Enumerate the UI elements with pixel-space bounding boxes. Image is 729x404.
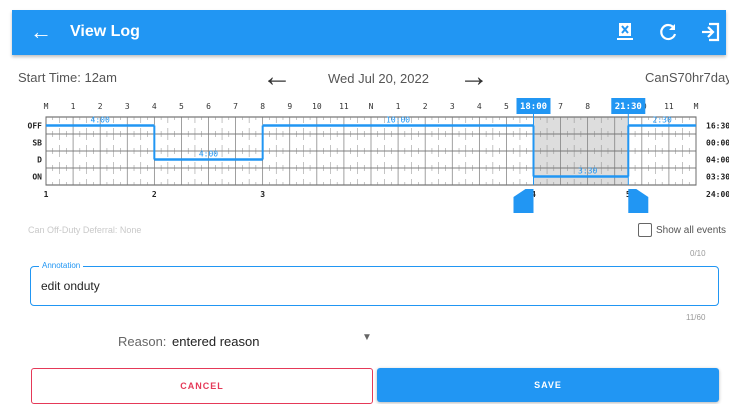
log-date: Wed Jul 20, 2022: [328, 71, 429, 86]
annotation-field[interactable]: Annotation edit onduty: [30, 261, 719, 306]
duration-label: 2:30: [653, 116, 672, 125]
total-label: 24:00: [706, 190, 729, 199]
hour-label: 4: [152, 102, 157, 111]
counter-top: 0/10: [690, 249, 706, 258]
cancel-button[interactable]: CANCEL: [31, 368, 373, 404]
hour-label: 7: [233, 102, 238, 111]
page-title: View Log: [70, 23, 140, 40]
row-label-off: OFF: [28, 122, 43, 131]
selection-start-badge-label: 18:00: [520, 102, 547, 112]
hour-label: 7: [558, 102, 563, 111]
hour-label: 11: [664, 102, 674, 111]
hour-label: 1: [396, 102, 401, 111]
hour-label: N: [369, 102, 374, 111]
event-marker: 1: [44, 190, 49, 199]
hour-label: 6: [206, 102, 211, 111]
total-label: 00:00: [706, 139, 729, 148]
event-marker: 2: [152, 190, 157, 199]
hour-label: 4: [477, 102, 482, 111]
reason-select[interactable]: entered reason: [172, 334, 259, 349]
cycle-label: CanS70hr7days: [645, 70, 729, 85]
hour-label: 11: [339, 102, 349, 111]
show-all-events-label: Show all events: [656, 225, 727, 236]
app-bar: ← View Log: [12, 10, 726, 55]
reason-label: Reason:: [118, 334, 167, 349]
hour-label: 2: [423, 102, 428, 111]
total-label: 04:00: [706, 156, 729, 165]
hour-label: 10: [312, 102, 322, 111]
save-button[interactable]: SAVE: [377, 368, 719, 402]
duration-label: 3:30: [578, 167, 597, 176]
hour-label: 9: [287, 102, 292, 111]
hour-label: 8: [585, 102, 590, 111]
row-label-on: ON: [32, 173, 42, 182]
hour-label: 5: [504, 102, 509, 111]
deferral-text: Can Off-Duty Deferral: None: [28, 225, 142, 235]
next-day-arrow-icon[interactable]: →: [459, 60, 489, 94]
end-drag-handle: [628, 189, 649, 213]
hour-label: 3: [125, 102, 130, 111]
stop-sign-icon[interactable]: [612, 19, 638, 45]
total-label: 03:30: [706, 173, 729, 182]
row-label-sb: SB: [32, 139, 42, 148]
selection-end-badge-label: 21:30: [615, 102, 642, 112]
hour-label: 8: [260, 102, 265, 111]
annotation-value[interactable]: edit onduty: [41, 279, 100, 293]
total-label: 16:30: [706, 122, 729, 131]
hour-label: M: [44, 102, 49, 111]
show-all-events-checkbox[interactable]: [638, 223, 652, 237]
hour-label: 5: [179, 102, 184, 111]
row-label-d: D: [37, 156, 42, 165]
duty-status-graph[interactable]: M1234567891011N1234567891011M OFFSBDON 4…: [14, 98, 729, 213]
duration-label: 4:00: [199, 150, 218, 159]
chevron-down-icon[interactable]: ▼: [362, 332, 372, 343]
hour-label: 2: [98, 102, 103, 111]
back-arrow-icon[interactable]: ←: [30, 19, 52, 45]
annotation-counter: 11/60: [686, 313, 706, 322]
start-time: Start Time: 12am: [18, 70, 117, 85]
event-marker: 3: [260, 190, 265, 199]
hour-label: 3: [450, 102, 455, 111]
hour-label: M: [694, 102, 699, 111]
start-drag-handle: [513, 189, 534, 213]
duration-label: 4:00: [91, 116, 110, 125]
annotation-label: Annotation: [39, 261, 84, 270]
prev-day-arrow-icon[interactable]: ←: [262, 60, 292, 94]
duration-label: 10:00: [386, 116, 410, 125]
logout-icon[interactable]: [698, 19, 724, 45]
refresh-icon[interactable]: [655, 19, 681, 45]
hour-label: 1: [71, 102, 76, 111]
